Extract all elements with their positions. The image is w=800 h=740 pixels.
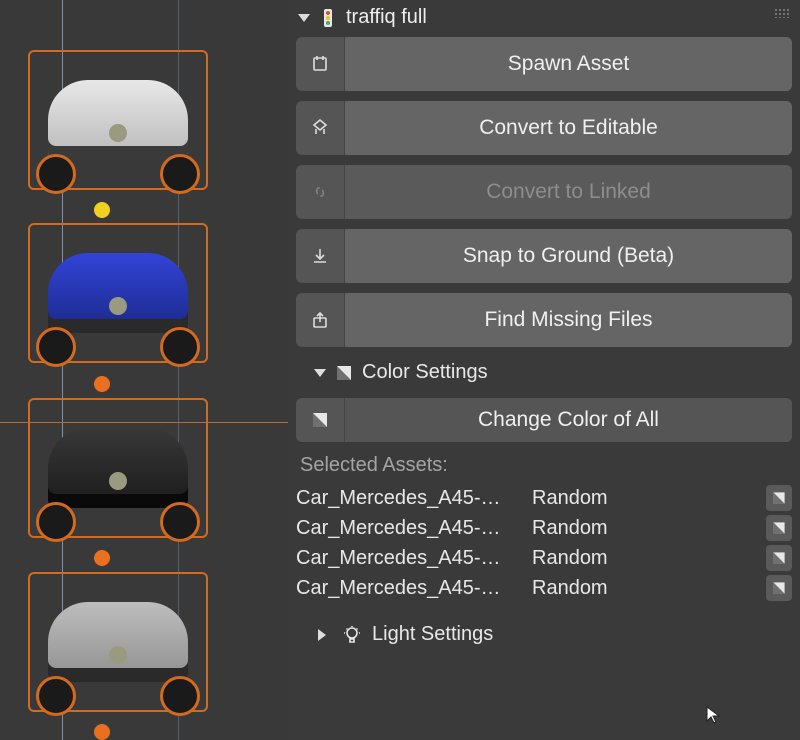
color-picker-button[interactable] xyxy=(766,575,792,601)
spawn-icon xyxy=(296,37,344,91)
viewport-3d[interactable] xyxy=(0,0,288,740)
disclosure-triangle-icon[interactable] xyxy=(298,14,310,22)
convert-editable-icon xyxy=(296,101,344,155)
button-label: Convert to Editable xyxy=(344,101,792,155)
color-swatch-icon xyxy=(334,363,354,383)
button-label: Convert to Linked xyxy=(344,165,792,219)
pivot-selected[interactable] xyxy=(94,202,110,218)
asset-color-mode[interactable]: Random xyxy=(532,577,758,600)
selected-assets-section: Selected Assets: Car_Mercedes_A45-… Rand… xyxy=(296,452,792,603)
button-label: Find Missing Files xyxy=(344,293,792,347)
spawn-asset-button[interactable]: Spawn Asset xyxy=(296,37,792,91)
convert-editable-button[interactable]: Convert to Editable xyxy=(296,101,792,155)
download-icon xyxy=(296,229,344,283)
mouse-cursor-icon xyxy=(706,706,720,724)
pivot[interactable] xyxy=(94,376,110,392)
asset-color-mode[interactable]: Random xyxy=(532,517,758,540)
pivot[interactable] xyxy=(94,724,110,740)
asset-name: Car_Mercedes_A45-… xyxy=(296,577,524,600)
pivot[interactable] xyxy=(94,550,110,566)
disclosure-triangle-icon[interactable] xyxy=(318,629,332,641)
color-swatch-icon xyxy=(296,398,344,442)
panel-header-traffiq[interactable]: traffiq full xyxy=(288,0,800,37)
asset-name: Car_Mercedes_A45-… xyxy=(296,517,524,540)
color-picker-button[interactable] xyxy=(766,545,792,571)
section-title: Light Settings xyxy=(372,623,493,646)
panel-title: traffiq full xyxy=(346,6,427,29)
side-panel: traffiq full Spawn Asset Convert to Edit… xyxy=(288,0,800,740)
asset-car-gray[interactable] xyxy=(28,572,208,712)
asset-car-blue[interactable] xyxy=(28,223,208,363)
color-picker-button[interactable] xyxy=(766,515,792,541)
button-label: Spawn Asset xyxy=(344,37,792,91)
find-missing-files-button[interactable]: Find Missing Files xyxy=(296,293,792,347)
change-color-all-button[interactable]: Change Color of All xyxy=(296,398,792,442)
selected-assets-label: Selected Assets: xyxy=(296,452,792,483)
section-title: Color Settings xyxy=(362,361,488,384)
asset-name: Car_Mercedes_A45-… xyxy=(296,547,524,570)
asset-row: Car_Mercedes_A45-… Random xyxy=(296,543,792,573)
asset-color-mode[interactable]: Random xyxy=(532,547,758,570)
asset-row: Car_Mercedes_A45-… Random xyxy=(296,483,792,513)
link-icon xyxy=(296,165,344,219)
asset-row: Car_Mercedes_A45-… Random xyxy=(296,513,792,543)
export-icon xyxy=(296,293,344,347)
asset-color-mode[interactable]: Random xyxy=(532,487,758,510)
asset-row: Car_Mercedes_A45-… Random xyxy=(296,573,792,603)
grip-icon[interactable] xyxy=(774,8,790,18)
button-label: Snap to Ground (Beta) xyxy=(344,229,792,283)
asset-name: Car_Mercedes_A45-… xyxy=(296,487,524,510)
color-settings-header[interactable]: Color Settings xyxy=(296,357,792,388)
disclosure-triangle-icon[interactable] xyxy=(314,369,326,377)
color-picker-button[interactable] xyxy=(766,485,792,511)
asset-car-silver[interactable] xyxy=(28,50,208,190)
button-label: Change Color of All xyxy=(344,398,792,442)
snap-to-ground-button[interactable]: Snap to Ground (Beta) xyxy=(296,229,792,283)
asset-car-dark[interactable] xyxy=(28,398,208,538)
light-bulb-icon xyxy=(342,625,362,645)
light-settings-header[interactable]: Light Settings xyxy=(296,613,792,656)
traffic-light-icon xyxy=(318,8,338,28)
convert-linked-button: Convert to Linked xyxy=(296,165,792,219)
